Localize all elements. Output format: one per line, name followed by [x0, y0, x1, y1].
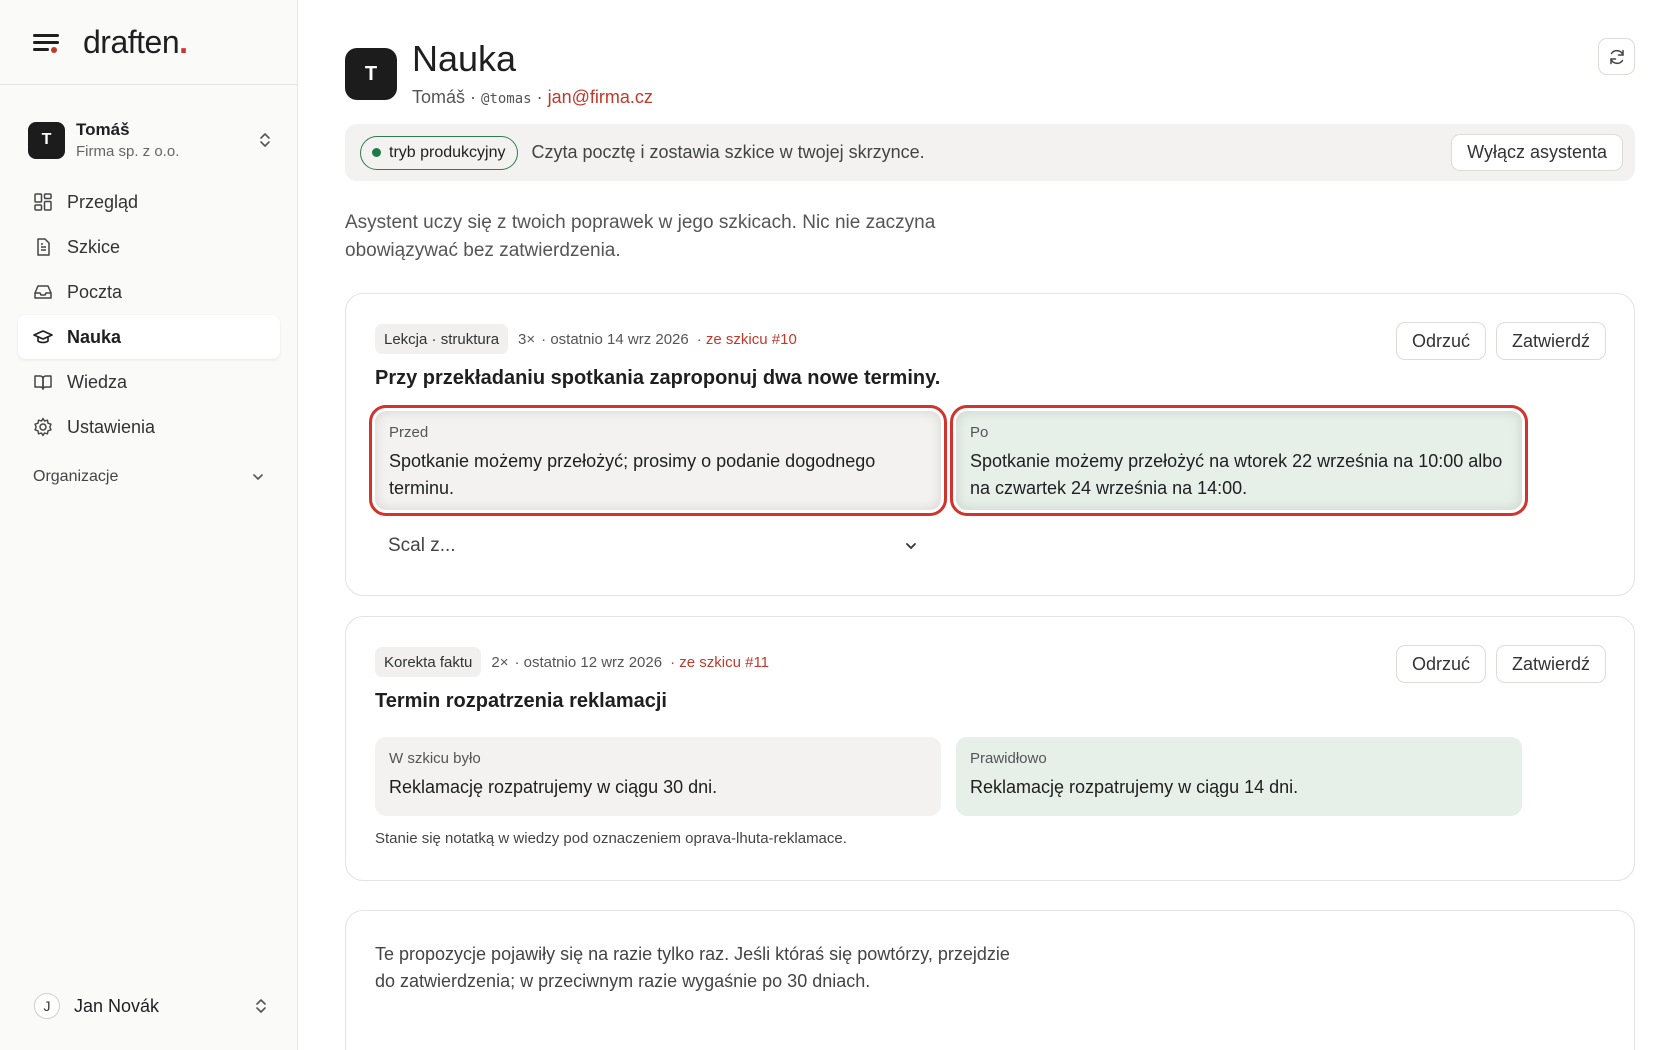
mode-description: Czyta pocztę i zostawia szkice w twojej … [531, 142, 925, 162]
sidebar-item-label: Poczta [67, 281, 123, 302]
lesson-meta: Korekta faktu 2× · ostatnio 12 wrz 2026 … [375, 647, 769, 677]
chevron-down-icon [906, 543, 916, 549]
document-icon [37, 238, 50, 256]
lesson-title: Przy przekładaniu spotkania zaproponuj d… [375, 367, 941, 389]
lesson-meta: Lekcja · struktura 3× · ostatnio 14 wrz … [375, 324, 797, 354]
gear-icon [34, 417, 52, 437]
knowledge-note: Stanie się notatką w wiedzy pod oznaczen… [375, 830, 847, 847]
account-switcher[interactable]: T Tomáš Firma sp. z o.o. [28, 118, 272, 162]
pending-text: Te propozycje pojawiły się na razie tylk… [375, 944, 1010, 991]
grid-icon [34, 193, 52, 211]
graduation-cap-icon [33, 330, 53, 344]
brand-bar: draften. [0, 0, 297, 85]
sidebar-section-organizacje[interactable]: Organizacje [33, 468, 265, 486]
lesson-count: 3× [518, 330, 536, 348]
before-box: Przed Spotkanie możemy przełożyć; prosim… [369, 405, 947, 516]
sidebar-item-label: Szkice [67, 236, 121, 257]
after-box: Prawidłowo Reklamację rozpatrujemy w cią… [956, 737, 1522, 816]
lesson-tag: Lekcja · struktura [375, 324, 509, 354]
disable-assistant-button[interactable]: Wyłącz asystenta [1451, 134, 1623, 171]
before-box: W szkicu było Reklamację rozpatrujemy w … [375, 737, 941, 816]
logo: draften. [83, 23, 188, 60]
menu-icon[interactable] [33, 32, 59, 53]
intro-text: Asystent uczy się z twoich poprawek w je… [345, 212, 936, 261]
chevron-down-icon [253, 474, 263, 480]
approve-button[interactable]: Zatwierdź [1495, 322, 1606, 360]
user-avatar: J [34, 993, 60, 1019]
merge-select[interactable]: Scal z... [388, 531, 918, 561]
assistant-avatar: T [345, 48, 397, 100]
user-menu[interactable]: J Jan Novák [34, 993, 268, 1019]
sidebar-item-label: Nauka [67, 326, 122, 347]
sidebar-item-label: Wiedza [67, 371, 128, 392]
lesson-card: Lekcja · struktura 3× · ostatnio 14 wrz … [345, 293, 1635, 596]
lesson-tag: Korekta faktu [375, 647, 482, 677]
lesson-source-link[interactable]: · ze szkicu #11 [670, 654, 769, 671]
lesson-source-link[interactable]: · ze szkicu #10 [697, 331, 797, 348]
sidebar: draften. T Tomáš Firma sp. z o.o. Przegl… [0, 0, 298, 1050]
sidebar-item-poczta[interactable]: Poczta [18, 270, 280, 314]
page-title: Nauka [412, 38, 517, 79]
after-text: Reklamację rozpatrujemy w ciągu 14 dni. [970, 777, 1299, 797]
assistant-name: Tomáš [412, 87, 466, 107]
assistant-email[interactable]: jan@firma.cz [548, 87, 653, 107]
book-icon [34, 375, 52, 390]
sidebar-item-ustawienia[interactable]: Ustawienia [18, 405, 280, 449]
before-label: Przed [389, 424, 429, 441]
assistant-handle: @tomas [481, 91, 532, 107]
status-badge: tryb produkcyjny [360, 135, 518, 170]
reject-button[interactable]: Odrzuć [1395, 322, 1486, 360]
lesson-date: · ostatnio 14 wrz 2026 [541, 330, 689, 348]
reject-button[interactable]: Odrzuć [1395, 645, 1486, 683]
account-org: Firma sp. z o.o. [76, 143, 180, 160]
chevron-up-down-icon [258, 130, 272, 150]
lesson-actions: Odrzuć Zatwierdź [1386, 322, 1606, 360]
before-label: W szkicu było [389, 750, 481, 767]
inbox-icon [34, 285, 52, 299]
account-avatar: T [28, 121, 65, 159]
before-text: Spotkanie możemy przełożyć; prosimy o po… [389, 451, 876, 498]
chevron-up-down-icon [256, 999, 266, 1013]
sidebar-item-nauka[interactable]: Nauka [18, 315, 280, 359]
sidebar-item-label: Przegląd [67, 191, 139, 212]
page-header: T Nauka Tomáš · @tomas · jan@firma.cz [345, 38, 1635, 108]
lesson-card: Korekta faktu 2× · ostatnio 12 wrz 2026 … [345, 616, 1635, 881]
mode-banner: tryb produkcyjny Czyta pocztę i zostawia… [345, 124, 1635, 181]
approve-button[interactable]: Zatwierdź [1495, 645, 1606, 683]
lesson-date: · ostatnio 12 wrz 2026 [514, 653, 663, 671]
main-content: T Nauka Tomáš · @tomas · jan@firma.cz tr… [345, 0, 1635, 1050]
after-label: Prawidłowo [970, 750, 1047, 767]
sidebar-item-wiedza[interactable]: Wiedza [18, 360, 280, 404]
merge-select-value: Scal z... [388, 535, 456, 556]
user-name: Jan Novák [74, 995, 160, 1016]
section-label: Organizacje [33, 468, 119, 485]
after-box: Po Spotkanie możemy przełożyć na wtorek … [950, 405, 1528, 516]
lesson-actions: Odrzuć Zatwierdź [1386, 645, 1606, 683]
pending-card: Te propozycje pojawiły się na razie tylk… [345, 910, 1635, 1050]
lesson-count: 2× [491, 653, 509, 671]
status-dot-icon [372, 148, 381, 157]
account-name: Tomáš [76, 120, 130, 139]
lesson-title: Termin rozpatrzenia reklamacji [375, 690, 667, 712]
sidebar-item-przeglad[interactable]: Przegląd [18, 180, 280, 224]
after-label: Po [970, 424, 989, 441]
assistant-subtitle: Tomáš · @tomas · jan@firma.cz [412, 87, 653, 107]
sidebar-item-szkice[interactable]: Szkice [18, 225, 280, 269]
before-text: Reklamację rozpatrujemy w ciągu 30 dni. [389, 777, 718, 797]
sidebar-item-label: Ustawienia [67, 416, 156, 437]
refresh-button[interactable] [1598, 38, 1635, 75]
after-text: Spotkanie możemy przełożyć na wtorek 22 … [970, 451, 1503, 498]
refresh-icon [1609, 49, 1624, 64]
sidebar-nav: Przegląd Szkice Poczta Nauka Wiedza Usta… [18, 180, 280, 450]
